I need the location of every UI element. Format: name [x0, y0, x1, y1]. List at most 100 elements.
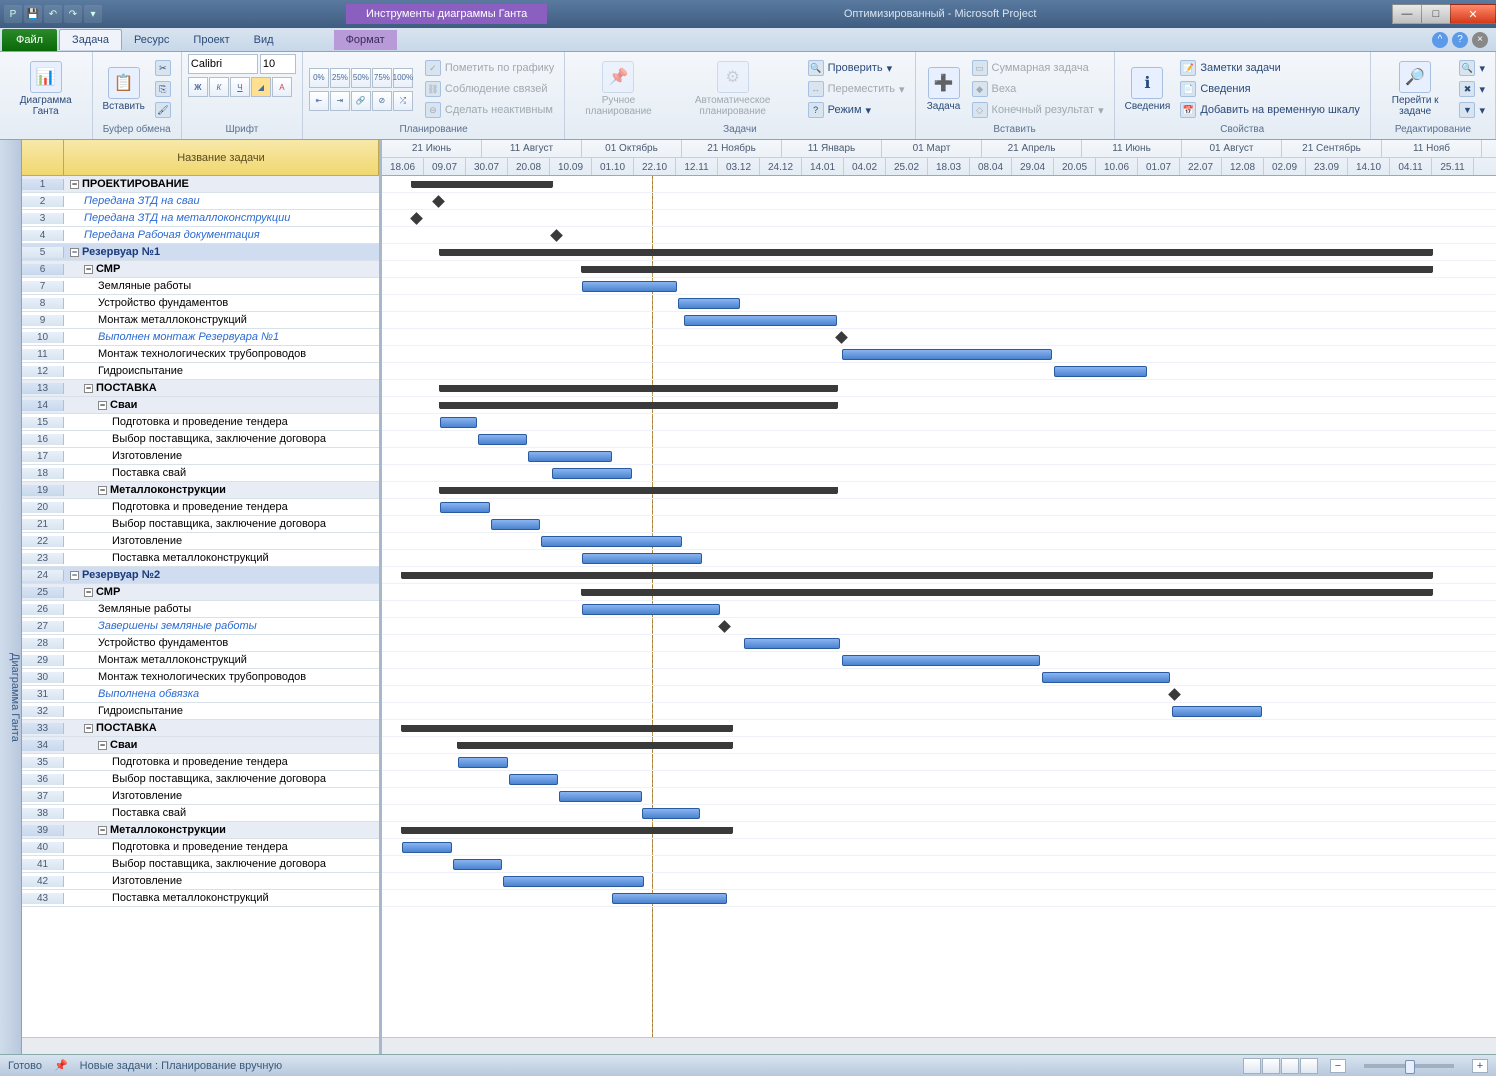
task-name-cell[interactable]: −ПОСТАВКА: [64, 382, 379, 394]
link-button[interactable]: 🔗: [351, 91, 371, 111]
gantt-bar[interactable]: [1042, 672, 1170, 683]
gantt-bar[interactable]: [503, 876, 644, 887]
table-row[interactable]: 26Земляные работы: [22, 601, 379, 618]
table-row[interactable]: 13−ПОСТАВКА: [22, 380, 379, 397]
gantt-milestone[interactable]: [1168, 688, 1181, 701]
task-name-cell[interactable]: Передана Рабочая документация: [64, 229, 379, 241]
qat-customize-icon[interactable]: ▾: [84, 5, 102, 23]
collapse-toggle-icon[interactable]: −: [70, 571, 79, 580]
move-button[interactable]: ↔Переместить ▾: [804, 79, 909, 99]
table-row[interactable]: 4Передана Рабочая документация: [22, 227, 379, 244]
tab-resource[interactable]: Ресурс: [122, 30, 181, 50]
gantt-milestone[interactable]: [718, 620, 731, 633]
pct-75[interactable]: 75%: [372, 68, 392, 88]
gantt-summary-bar[interactable]: [458, 742, 732, 749]
task-name-cell[interactable]: −Металлоконструкции: [64, 824, 379, 836]
task-name-cell[interactable]: −СМР: [64, 263, 379, 275]
find-button[interactable]: 🔍▾: [1455, 58, 1489, 78]
gantt-bar[interactable]: [453, 859, 502, 870]
font-size-select[interactable]: [260, 54, 296, 74]
task-name-cell[interactable]: −Сваи: [64, 399, 379, 411]
table-row[interactable]: 20Подготовка и проведение тендера: [22, 499, 379, 516]
gantt-summary-bar[interactable]: [582, 589, 1432, 596]
task-name-cell[interactable]: Изготовление: [64, 790, 379, 802]
collapse-toggle-icon[interactable]: −: [84, 265, 93, 274]
table-row[interactable]: 8Устройство фундаментов: [22, 295, 379, 312]
inspect-button[interactable]: 🔍Проверить ▾: [804, 58, 909, 78]
task-name-cell[interactable]: Выбор поставщика, заключение договора: [64, 858, 379, 870]
table-row[interactable]: 5−Резервуар №1: [22, 244, 379, 261]
gantt-summary-bar[interactable]: [402, 827, 732, 834]
zoom-in-button[interactable]: +: [1472, 1059, 1488, 1073]
task-name-cell[interactable]: Устройство фундаментов: [64, 297, 379, 309]
task-name-cell[interactable]: −ПРОЕКТИРОВАНИЕ: [64, 178, 379, 190]
mode-button[interactable]: ?Режим ▾: [804, 100, 909, 120]
tab-project[interactable]: Проект: [181, 30, 241, 50]
pct-100[interactable]: 100%: [393, 68, 413, 88]
table-row[interactable]: 23Поставка металлоконструкций: [22, 550, 379, 567]
table-row[interactable]: 21Выбор поставщика, заключение договора: [22, 516, 379, 533]
gantt-summary-bar[interactable]: [440, 385, 837, 392]
table-row[interactable]: 41Выбор поставщика, заключение договора: [22, 856, 379, 873]
minimize-button[interactable]: —: [1392, 4, 1422, 24]
id-column-header[interactable]: [22, 140, 64, 175]
clear-button[interactable]: ✖▾: [1455, 79, 1489, 99]
app-icon[interactable]: P: [4, 5, 22, 23]
gantt-bar[interactable]: [612, 893, 727, 904]
bold-button[interactable]: Ж: [188, 77, 208, 97]
view-bar[interactable]: Диаграмма Ганта: [0, 140, 22, 1054]
task-name-cell[interactable]: Поставка металлоконструкций: [64, 892, 379, 904]
gantt-milestone[interactable]: [550, 229, 563, 242]
table-row[interactable]: 17Изготовление: [22, 448, 379, 465]
fill-button[interactable]: ▼▾: [1455, 100, 1489, 120]
outdent-button[interactable]: ⇤: [309, 91, 329, 111]
font-color-button[interactable]: A: [272, 77, 292, 97]
table-row[interactable]: 39−Металлоконструкции: [22, 822, 379, 839]
task-hscroll[interactable]: [22, 1037, 379, 1054]
gantt-summary-bar[interactable]: [582, 266, 1432, 273]
table-row[interactable]: 42Изготовление: [22, 873, 379, 890]
collapse-toggle-icon[interactable]: −: [84, 724, 93, 733]
table-row[interactable]: 14−Сваи: [22, 397, 379, 414]
table-row[interactable]: 10Выполнен монтаж Резервуара №1: [22, 329, 379, 346]
table-row[interactable]: 29Монтаж металлоконструкций: [22, 652, 379, 669]
task-name-cell[interactable]: Выбор поставщика, заключение договора: [64, 433, 379, 445]
manual-schedule-button[interactable]: 📌 Ручное планирование: [571, 59, 665, 119]
indent-button[interactable]: ⇥: [330, 91, 350, 111]
gantt-bar[interactable]: [528, 451, 612, 462]
gantt-bar[interactable]: [509, 774, 558, 785]
collapse-toggle-icon[interactable]: −: [70, 248, 79, 257]
gantt-summary-bar[interactable]: [440, 249, 1432, 256]
minimize-ribbon-icon[interactable]: ^: [1432, 32, 1448, 48]
task-name-cell[interactable]: Поставка свай: [64, 807, 379, 819]
task-name-cell[interactable]: Выполнена обвязка: [64, 688, 379, 700]
deliverable-button[interactable]: ◇Конечный результат ▾: [968, 100, 1108, 120]
task-name-cell[interactable]: −ПОСТАВКА: [64, 722, 379, 734]
gantt-bar[interactable]: [491, 519, 540, 530]
table-row[interactable]: 27Завершены земляные работы: [22, 618, 379, 635]
help-icon[interactable]: ?: [1452, 32, 1468, 48]
task-name-cell[interactable]: −Сваи: [64, 739, 379, 751]
undo-icon[interactable]: ↶: [44, 5, 62, 23]
table-row[interactable]: 22Изготовление: [22, 533, 379, 550]
task-name-cell[interactable]: −Металлоконструкции: [64, 484, 379, 496]
gantt-bar[interactable]: [1054, 366, 1147, 377]
gantt-bar[interactable]: [582, 281, 677, 292]
gantt-bar[interactable]: [642, 808, 700, 819]
split-button[interactable]: ⤮: [393, 91, 413, 111]
zoom-out-button[interactable]: −: [1330, 1059, 1346, 1073]
task-name-cell[interactable]: Выполнен монтаж Резервуара №1: [64, 331, 379, 343]
maximize-button[interactable]: □: [1421, 4, 1451, 24]
task-name-cell[interactable]: Передана ЗТД на металлоконструкции: [64, 212, 379, 224]
italic-button[interactable]: К: [209, 77, 229, 97]
task-name-cell[interactable]: Подготовка и проведение тендера: [64, 841, 379, 853]
table-row[interactable]: 37Изготовление: [22, 788, 379, 805]
table-row[interactable]: 25−СМР: [22, 584, 379, 601]
collapse-toggle-icon[interactable]: −: [98, 826, 107, 835]
format-painter-button[interactable]: 🖌: [151, 100, 175, 120]
table-row[interactable]: 34−Сваи: [22, 737, 379, 754]
table-row[interactable]: 36Выбор поставщика, заключение договора: [22, 771, 379, 788]
mark-on-track-button[interactable]: ✓Пометить по графику: [421, 58, 558, 78]
timescale-header[interactable]: 21 Июнь11 Август01 Октябрь21 Ноябрь11 Ян…: [382, 140, 1496, 176]
table-row[interactable]: 24−Резервуар №2: [22, 567, 379, 584]
